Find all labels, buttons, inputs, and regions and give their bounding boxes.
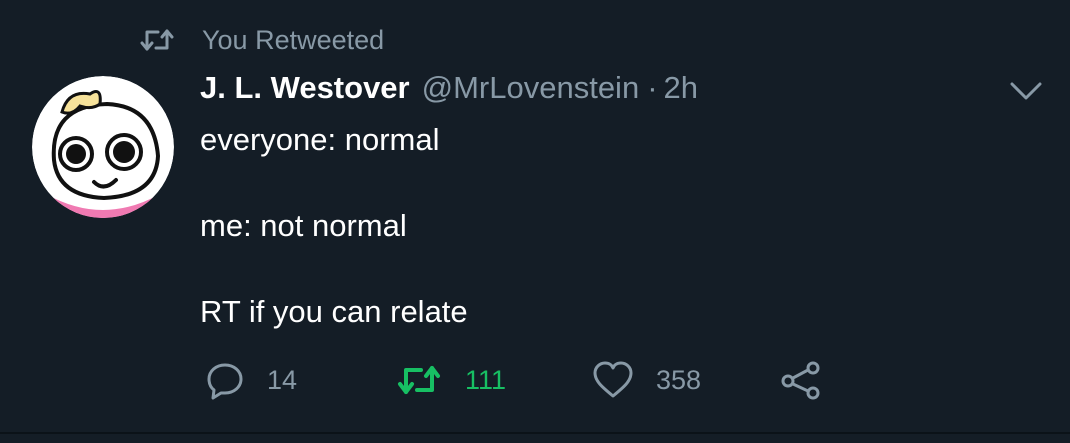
heart-icon: [592, 361, 634, 399]
share-icon: [779, 360, 823, 400]
tweet-content: J. L. Westover @MrLovenstein · 2h everyo…: [200, 70, 1000, 333]
share-button[interactable]: [779, 358, 823, 402]
tweet-text: everyone: normal me: not normal RT if yo…: [200, 118, 1000, 333]
timestamp[interactable]: 2h: [664, 70, 698, 106]
reply-icon: [205, 360, 245, 400]
tweet-actions: 14 111 358: [205, 358, 905, 402]
tweet-text-line: everyone: normal: [200, 122, 440, 157]
divider: [0, 432, 1070, 434]
avatar[interactable]: [32, 76, 174, 218]
reply-button[interactable]: 14: [205, 358, 297, 402]
separator-dot: ·: [647, 70, 658, 105]
retweet-context: You Retweeted: [140, 22, 384, 58]
display-name[interactable]: J. L. Westover: [200, 70, 410, 106]
reply-count: 14: [267, 364, 298, 395]
like-count: 358: [656, 364, 702, 395]
like-button[interactable]: 358: [592, 358, 701, 402]
retweet-button[interactable]: 111: [397, 358, 506, 402]
user-handle[interactable]: @MrLovenstein: [422, 70, 640, 106]
retweet-count: 111: [465, 364, 507, 395]
chevron-down-icon[interactable]: [1008, 78, 1044, 104]
retweet-icon: [140, 27, 174, 53]
retweet-icon: [397, 363, 441, 397]
retweet-context-label: You Retweeted: [202, 24, 385, 55]
tweet-text-line: RT if you can relate: [200, 294, 468, 329]
tweet-header: J. L. Westover @MrLovenstein · 2h: [200, 70, 1000, 114]
tweet-text-line: me: not normal: [200, 208, 407, 243]
tweet-card[interactable]: You Retweeted J. L. Westover @MrLovenste…: [0, 0, 1070, 443]
